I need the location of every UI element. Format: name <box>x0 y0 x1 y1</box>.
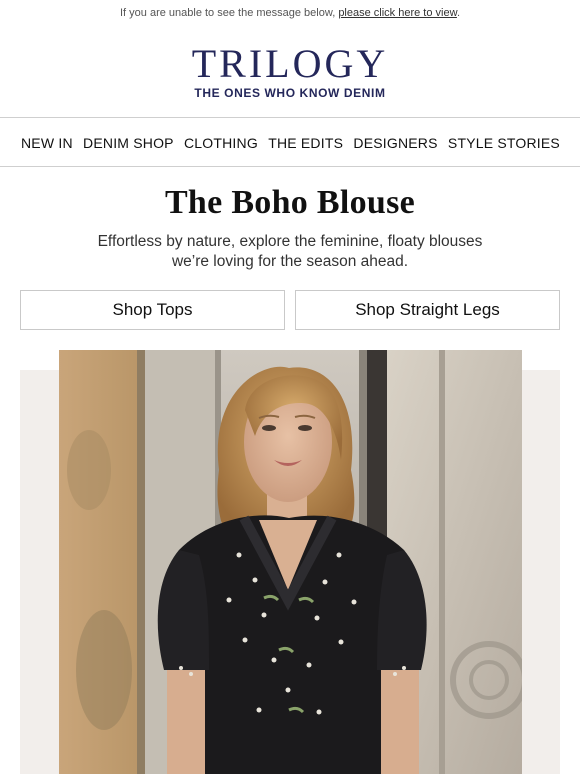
brand-tagline: THE ONES WHO KNOW DENIM <box>194 86 386 100</box>
brand-logo[interactable]: TRILOGY <box>0 42 580 86</box>
hero-intro: Effortless by nature, explore the femini… <box>60 232 520 272</box>
hero-intro-line-2: we’re loving for the season ahead. <box>171 253 409 270</box>
preheader-text: If you are unable to see the message bel… <box>120 7 339 19</box>
image-backdrop-left <box>20 370 60 774</box>
preheader-end: . <box>456 7 460 19</box>
nav-item-clothing[interactable]: CLOTHING <box>184 135 258 151</box>
model-photo-illustration <box>59 350 522 774</box>
shop-straight-legs-button[interactable]: Shop Straight Legs <box>295 290 560 330</box>
shop-tops-button[interactable]: Shop Tops <box>20 290 285 330</box>
nav-item-designers[interactable]: DESIGNERS <box>353 135 437 151</box>
image-backdrop-right <box>520 370 560 774</box>
divider-top <box>0 117 580 118</box>
nav-item-style-stories[interactable]: STYLE STORIES <box>448 135 560 151</box>
divider-bottom <box>0 166 580 167</box>
nav-item-denim-shop[interactable]: DENIM SHOP <box>83 135 174 151</box>
model-photo[interactable] <box>59 350 522 774</box>
preheader: If you are unable to see the message bel… <box>0 7 580 19</box>
nav-item-new-in[interactable]: NEW IN <box>21 135 73 151</box>
nav-item-the-edits[interactable]: THE EDITS <box>268 135 343 151</box>
main-nav: NEW IN DENIM SHOP CLOTHING THE EDITS DES… <box>0 119 580 166</box>
hero-title: The Boho Blouse <box>164 184 416 221</box>
hero-intro-line-1: Effortless by nature, explore the femini… <box>97 233 483 250</box>
view-in-browser-link[interactable]: please click here to view <box>338 7 457 19</box>
